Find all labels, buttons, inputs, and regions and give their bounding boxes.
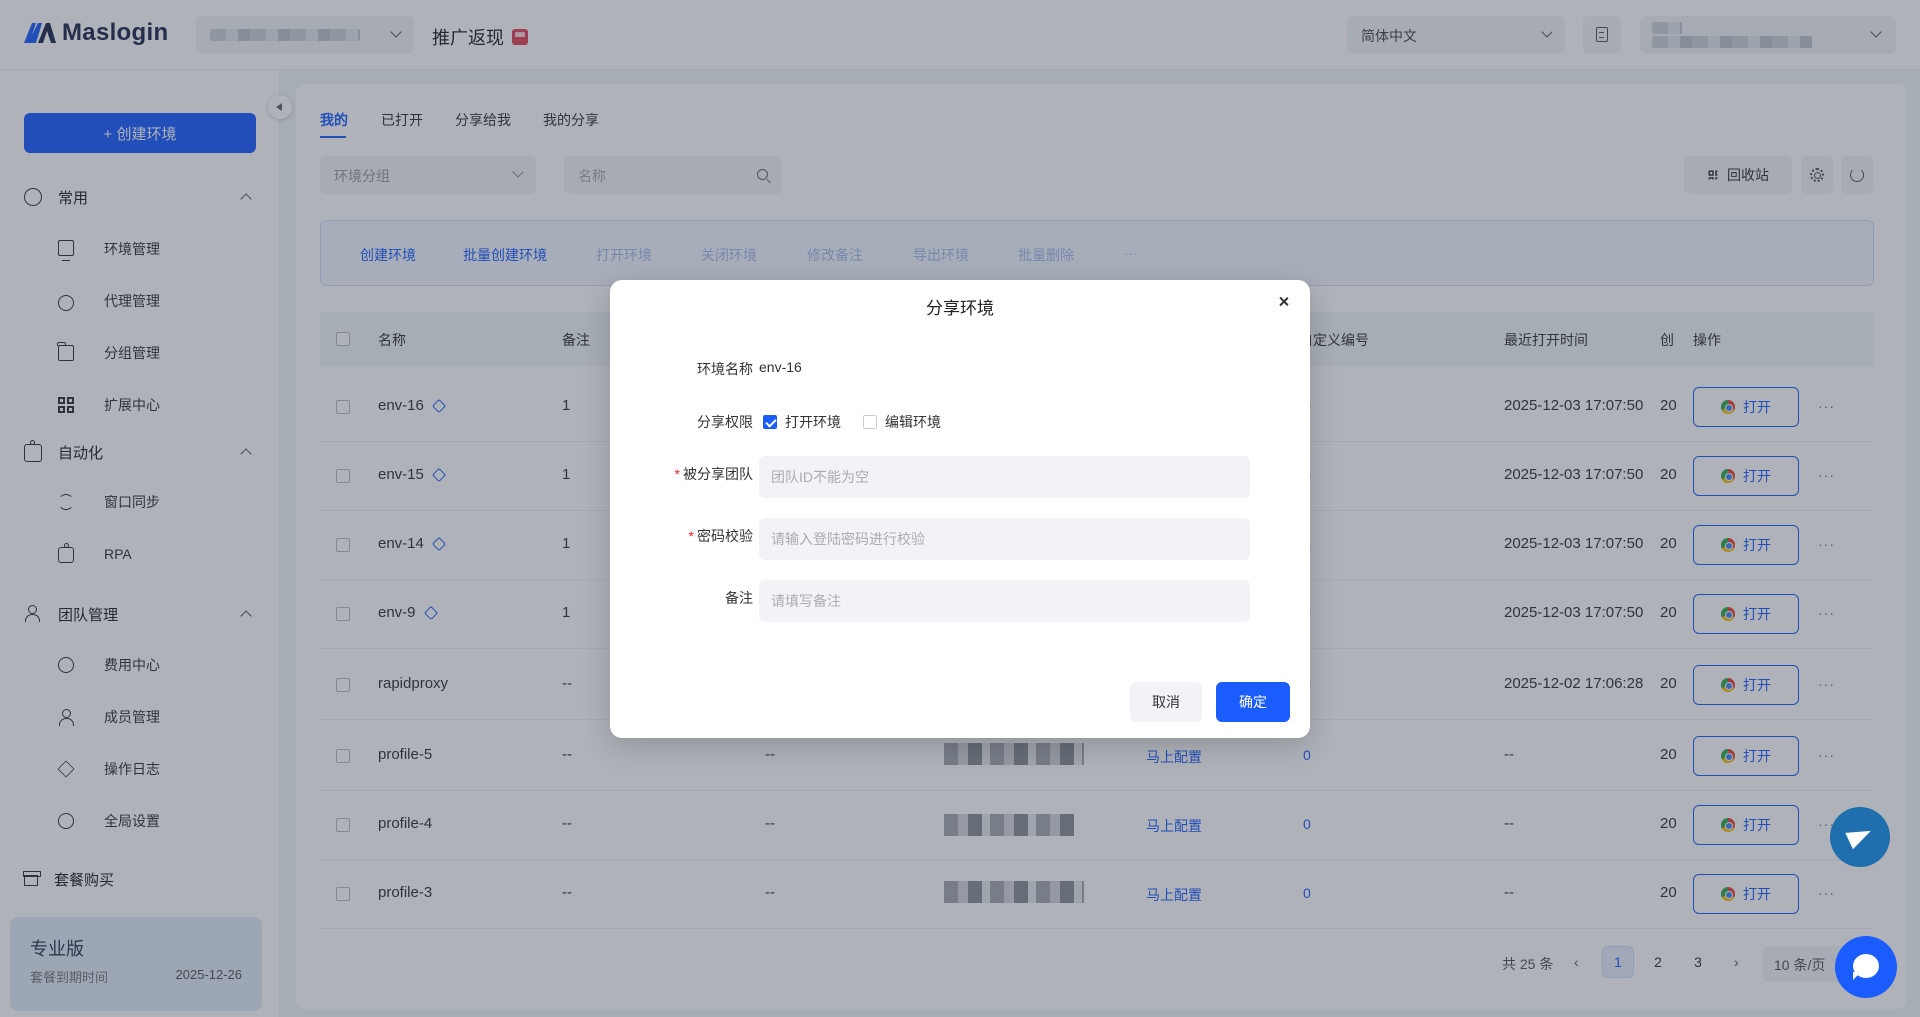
dialog-title: 分享环境: [926, 299, 994, 318]
perm-edit-label: 编辑环境: [885, 414, 941, 430]
team-label: * 被分享团队: [620, 464, 753, 484]
password-input[interactable]: [759, 518, 1250, 560]
env-name-label: 环境名称: [697, 361, 753, 377]
required-mark: *: [674, 466, 680, 482]
permission-label: 分享权限: [697, 414, 753, 430]
checkbox-unchecked-icon: [863, 415, 877, 429]
cancel-button[interactable]: 取消: [1130, 682, 1202, 722]
team-id-input[interactable]: [759, 456, 1250, 498]
confirm-button[interactable]: 确定: [1216, 682, 1290, 722]
chat-support-icon[interactable]: [1835, 936, 1897, 998]
password-label-text: 密码校验: [697, 528, 753, 544]
remark-input[interactable]: [759, 580, 1250, 622]
perm-open-label: 打开环境: [785, 414, 841, 430]
telegram-icon[interactable]: [1830, 807, 1890, 867]
share-env-dialog: 分享环境 环境名称 env-16 分享权限 打开环境 编辑环境 *被分享团队 *…: [610, 280, 1310, 738]
perm-edit-checkbox[interactable]: 编辑环境: [863, 412, 941, 432]
env-name-value: env-16: [759, 359, 802, 375]
team-label-text: 被分享团队: [683, 466, 753, 482]
remark-label: 备注: [725, 590, 753, 606]
checkbox-checked-icon: [763, 415, 777, 429]
required-mark: *: [688, 528, 694, 544]
perm-open-checkbox[interactable]: 打开环境: [763, 412, 841, 432]
close-icon[interactable]: [1276, 294, 1292, 310]
password-label: * 密码校验: [620, 526, 753, 546]
